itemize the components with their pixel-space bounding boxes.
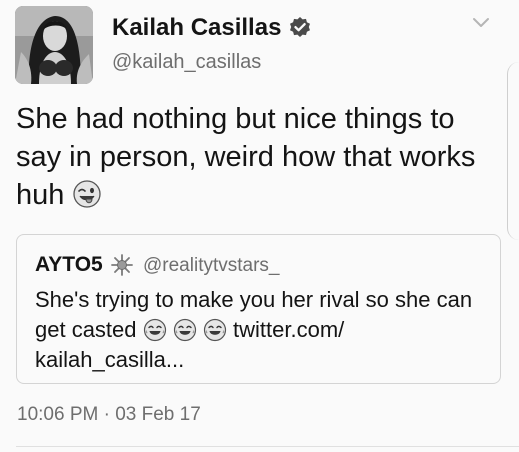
tweet-text-line: say in person, weird how that works	[16, 141, 476, 173]
handle[interactable]: @kailah_casillas	[112, 50, 261, 74]
tears-of-joy-icon	[143, 318, 166, 342]
chevron-down-icon[interactable]	[472, 16, 490, 30]
quoted-text-line: She's trying to make you her rival so sh…	[35, 287, 473, 312]
tweet-text-line: huh	[16, 179, 65, 211]
tears-of-joy-icon	[203, 318, 226, 342]
quoted-display-name: AYTO5	[35, 253, 103, 276]
timestamp[interactable]: 10:06 PM · 03 Feb 17	[17, 403, 201, 427]
display-name[interactable]: Kailah Casillas	[112, 14, 281, 42]
winking-face-tongue-out-icon	[73, 180, 102, 208]
scrollbar-edge	[507, 62, 519, 240]
quoted-link[interactable]: twitter.com/	[233, 317, 344, 342]
avatar-image	[15, 6, 93, 84]
verified-badge-icon	[290, 17, 310, 37]
sparkle-badge-icon	[111, 254, 133, 276]
tears-of-joy-icon	[173, 318, 196, 342]
tweet-text-line: She had nothing but nice things to	[16, 103, 455, 135]
divider	[16, 446, 519, 447]
tweet-text: She had nothing but nice things to say i…	[16, 100, 496, 214]
avatar[interactable]	[15, 6, 93, 84]
quoted-handle: @realitytvstars_	[143, 255, 280, 276]
quoted-text-line: get casted	[35, 317, 137, 342]
quoted-tweet[interactable]: AYTO5 @realitytvstars_ She's trying to m…	[16, 234, 501, 384]
quoted-text: She's trying to make you her rival so sh…	[35, 285, 495, 375]
quoted-link-continuation[interactable]: kailah_casilla...	[35, 347, 184, 372]
tweet-card: Kailah Casillas @kailah_casillas She had…	[0, 0, 519, 452]
